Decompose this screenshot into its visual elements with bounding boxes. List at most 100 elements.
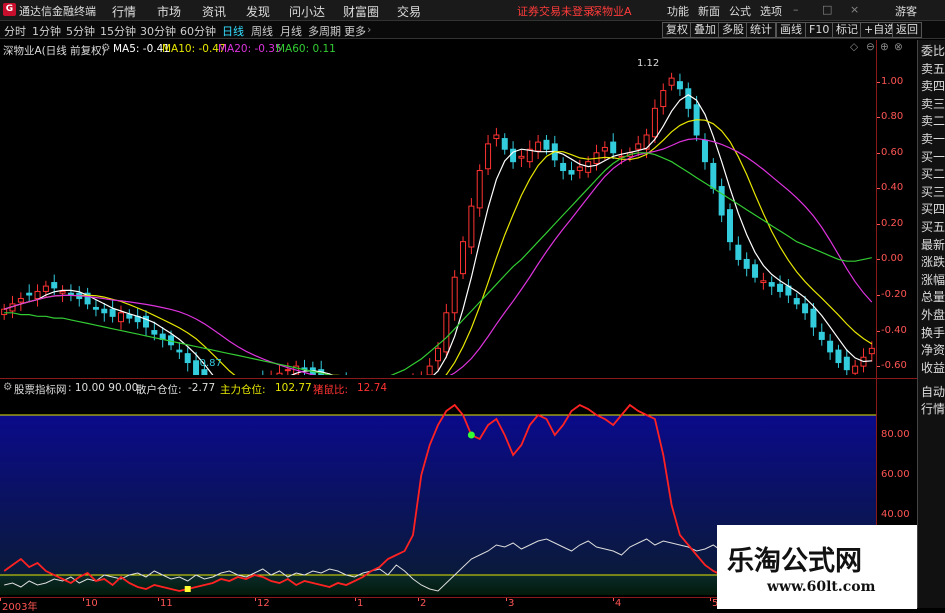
login-warning[interactable]: 证券交易未登录: [517, 3, 594, 19]
overlay-button[interactable]: 叠加: [690, 22, 720, 38]
sidebar-item[interactable]: 买二: [920, 167, 945, 181]
sidebar-item[interactable]: 买三: [920, 185, 945, 199]
candle-body: [818, 331, 825, 340]
stats-button[interactable]: 统计: [746, 22, 776, 38]
candle-body: [51, 282, 58, 289]
candle-body: [660, 90, 667, 108]
candle-body: [827, 340, 834, 353]
candle-body: [435, 347, 441, 362]
period-tab[interactable]: 15分钟: [100, 23, 136, 39]
stock-name: 深物业A: [591, 5, 632, 18]
back-button[interactable]: 返回: [892, 22, 922, 38]
candle-body: [117, 312, 124, 323]
menu-wealth[interactable]: 财富圈: [343, 3, 379, 20]
period-tab[interactable]: 60分钟: [180, 23, 216, 39]
draw-button[interactable]: 画线: [776, 22, 806, 38]
sidebar-item[interactable]: 外盘: [920, 308, 945, 322]
zoom-out-icon[interactable]: ⊖: [866, 41, 875, 53]
new-page-button[interactable]: 新面: [698, 3, 720, 19]
sidebar-item[interactable]: 涨幅: [920, 273, 945, 287]
sidebar-item[interactable]: 买四: [920, 202, 945, 216]
menu-trade[interactable]: 交易: [397, 3, 421, 20]
sidebar-item[interactable]: 卖五: [920, 62, 945, 76]
menu-assistant[interactable]: 问小达: [289, 3, 325, 20]
period-tab[interactable]: 月线: [280, 23, 302, 39]
ratio-value: 12.74: [357, 382, 388, 394]
formula-button[interactable]: 公式: [729, 3, 751, 19]
candle-body: [476, 170, 483, 209]
settings-gear-icon[interactable]: ⚙: [101, 42, 110, 54]
sidebar-item[interactable]: 最新: [920, 238, 945, 252]
time-axis-label: 10: [85, 598, 98, 609]
period-tab[interactable]: 周线: [251, 23, 273, 39]
ma60-legend: MA60: 0.11: [276, 43, 336, 55]
candlestick-chart[interactable]: [0, 55, 876, 375]
period-tab[interactable]: 多周期: [308, 23, 341, 39]
period-tab[interactable]: 30分钟: [140, 23, 176, 39]
price-axis-label: 0.00: [881, 253, 904, 265]
sidebar-bottom-item[interactable]: 行情: [920, 402, 945, 416]
sidebar-item[interactable]: 总量: [920, 290, 945, 304]
price-axis-tick: [877, 152, 880, 154]
sidebar-item[interactable]: 收益: [920, 361, 945, 375]
mark-button[interactable]: 标记: [832, 22, 862, 38]
options-button[interactable]: 选项: [760, 3, 782, 19]
ma10-legend: MA10: -0.47: [162, 43, 226, 55]
time-axis-label: 2: [420, 598, 427, 609]
price-axis-tick: [877, 223, 880, 225]
adjust-button[interactable]: 复权: [662, 22, 692, 38]
close-icon[interactable]: ×: [850, 3, 859, 16]
sidebar-item[interactable]: 换手: [920, 326, 945, 340]
indicator-gear-icon[interactable]: ⚙: [3, 381, 12, 393]
sidebar-item[interactable]: 委比: [920, 44, 945, 58]
period-tab[interactable]: 分时: [4, 23, 26, 39]
sidebar-bottom-item[interactable]: 自动: [920, 385, 945, 399]
multi-stock-button[interactable]: 多股: [718, 22, 748, 38]
period-tab-more[interactable]: 更多: [344, 23, 366, 39]
candle-body: [610, 141, 617, 154]
f10-button[interactable]: F10: [805, 22, 834, 38]
app-logo-icon: G: [3, 3, 16, 16]
buy-signal-dot: [467, 431, 475, 439]
sidebar-item[interactable]: 卖三: [920, 97, 945, 111]
time-axis-tick: [506, 598, 507, 601]
ma20-legend: MA20: -0.35: [218, 43, 282, 55]
sidebar-item[interactable]: 净资: [920, 343, 945, 357]
time-axis-label: 12: [257, 598, 270, 609]
guest-label[interactable]: 游客: [895, 3, 917, 19]
maximize-icon[interactable]: □: [822, 3, 832, 16]
candle-body: [701, 139, 708, 163]
time-axis-label: 1: [357, 598, 364, 609]
candle-body: [676, 81, 683, 90]
diamond-icon[interactable]: ◇: [850, 41, 858, 53]
candle-body: [685, 88, 692, 109]
sidebar-item[interactable]: 涨跌: [920, 255, 945, 269]
period-tab[interactable]: 5分钟: [66, 23, 95, 39]
candle-body: [485, 143, 492, 170]
sidebar-item[interactable]: 买五: [920, 220, 945, 234]
time-axis-tick: [613, 598, 614, 601]
candle-body: [460, 241, 467, 275]
sidebar-item[interactable]: 卖四: [920, 79, 945, 93]
sidebar-item[interactable]: 卖一: [920, 132, 945, 146]
sidebar-item[interactable]: 买一: [920, 150, 945, 164]
period-tab[interactable]: 1分钟: [32, 23, 61, 39]
menu-quotes[interactable]: 行情: [112, 3, 136, 20]
chevron-right-icon[interactable]: ›: [367, 23, 371, 36]
candle-body: [743, 258, 750, 269]
sidebar-item[interactable]: 卖二: [920, 114, 945, 128]
candle-body: [560, 162, 567, 172]
menu-news[interactable]: 资讯: [202, 3, 226, 20]
candle-body: [777, 283, 784, 292]
candle-body: [34, 290, 41, 300]
candle-body: [635, 143, 642, 150]
candle-body: [835, 349, 842, 364]
candle-body: [451, 276, 458, 314]
menu-market[interactable]: 市场: [157, 3, 181, 20]
time-axis-label: 3: [508, 598, 515, 609]
function-button[interactable]: 功能: [667, 3, 689, 19]
minimize-icon[interactable]: –: [793, 3, 799, 16]
period-tab-active[interactable]: 日线: [222, 23, 244, 39]
candle-body: [184, 353, 191, 364]
menu-discover[interactable]: 发现: [246, 3, 270, 20]
